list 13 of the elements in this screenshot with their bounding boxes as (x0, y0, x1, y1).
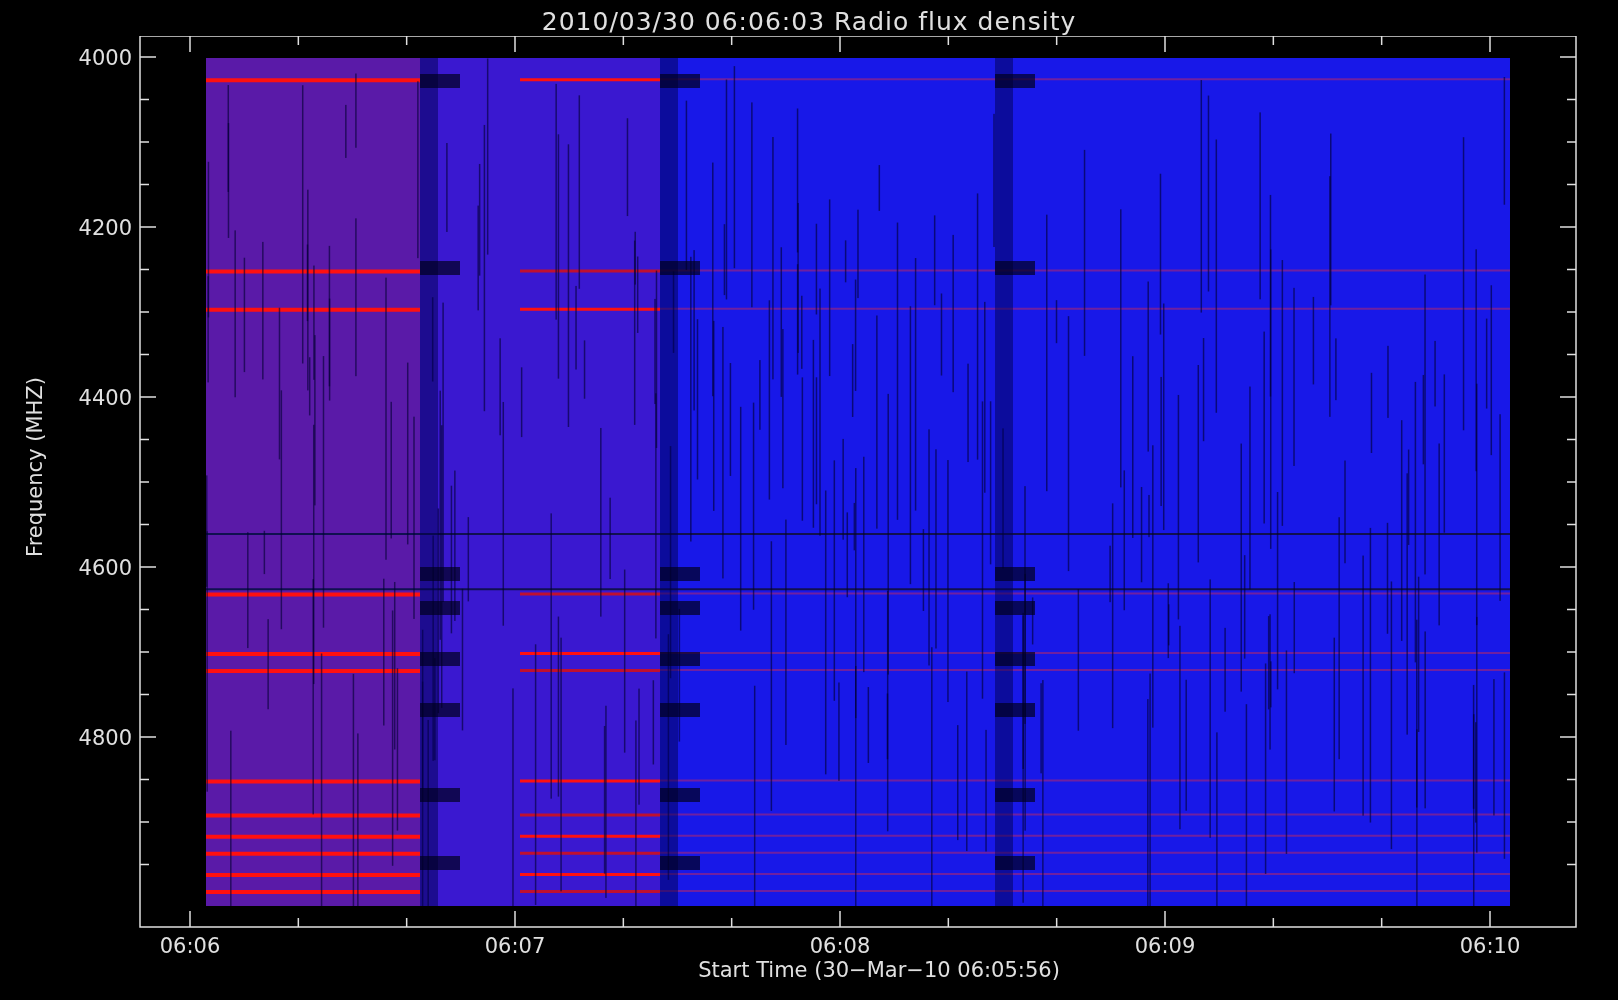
y-tick-label: 4800 (78, 726, 132, 750)
y-axis-label: Frequency (MHZ) (23, 377, 47, 557)
x-tick-label: 06:09 (1134, 934, 1196, 958)
y-tick-label: 4600 (78, 556, 132, 580)
x-tick-label: 06:07 (484, 934, 546, 958)
x-axis-label: Start Time (30−Mar−10 06:05:56) (698, 958, 1060, 984)
y-tick-label: 4200 (78, 216, 132, 240)
y-tick-label: 4000 (78, 46, 132, 70)
chart-title: 2010/03/30 06:06:03 Radio flux density (540, 6, 1078, 36)
x-tick-label: 06:08 (809, 934, 871, 958)
y-tick-label: 4400 (78, 386, 132, 410)
x-tick-label: 06:06 (159, 934, 221, 958)
x-tick-label: 06:10 (1459, 934, 1521, 958)
